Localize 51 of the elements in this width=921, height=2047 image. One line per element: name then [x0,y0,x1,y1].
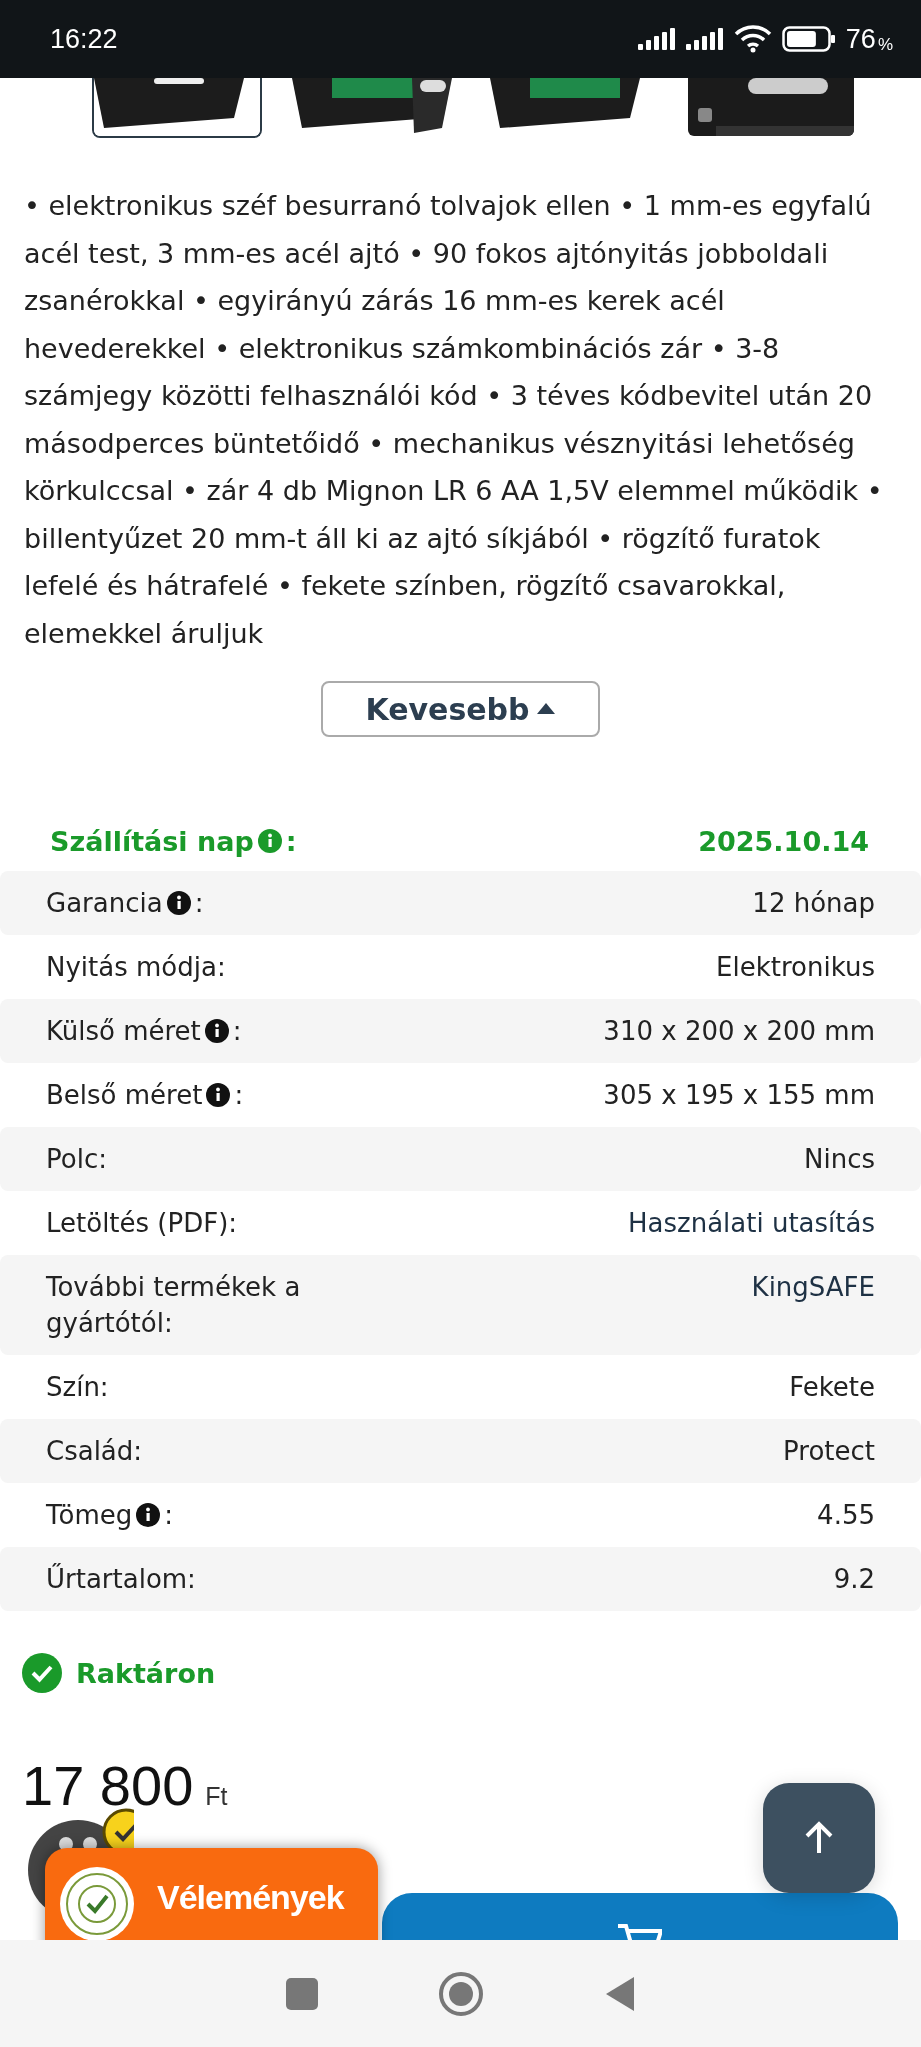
spec-label: Polc: [46,1143,107,1176]
spec-value: 4.55 [817,1499,875,1532]
wifi-icon [733,25,772,53]
spec-link[interactable]: Használati utasítás [628,1205,875,1241]
arrow-up-icon [804,1821,834,1855]
spec-label: Szín: [46,1371,109,1404]
spec-value: 9.2 [833,1563,875,1596]
info-icon[interactable] [136,1503,161,1527]
recents-icon[interactable] [285,1977,318,2010]
stock-status: Raktáron [76,1657,216,1689]
spec-label: Űrtartalom: [46,1562,196,1596]
spec-value: Protect [783,1435,875,1468]
add-to-cart-button[interactable] [382,1893,898,1940]
colon: : [194,887,204,920]
caret-up-icon [535,702,556,716]
spec-value: Fekete [789,1371,875,1404]
spec-label: Garancia [46,887,163,920]
product-description: • elektronikus széf besurranó tolvajok ellen • 1 mm-es egyfalú acél test, 3 mm-es acél ajtó • 90 fokos ajtónyitás jobboldali zsanérokkal • egyirányú zárás 16 mm-es kerek acél hevederekkel • elektronikus számkombinációs zár • 3-8 számjegy közötti felhasználói kód • 3 téves kódbevitel után 20 másodperces büntetőidő • mechanikus vésznyitási lehetőség körkulccsal • zár 4 db Mignon LR 6 AA 1,5V elemmel működik • billentyűzet 20 mm-t áll ki az ajtó síkjából • rögzítő furatok lefelé és hátrafelé • fekete színben, rögzítő csavarokkal, elemekkel áruljuk [24,189,884,651]
signal-icon [685,28,724,50]
colon: : [234,1079,244,1112]
price: 17 800 [22,1753,194,1818]
spec-label: Tömeg [46,1499,133,1532]
shipping-day-label: Szállítási nap [50,825,254,857]
colon: : [164,1499,173,1532]
colon: : [232,1015,242,1048]
battery-level: 76 [845,23,876,55]
info-icon[interactable] [206,1083,231,1107]
currency: Ft [205,1782,228,1811]
colon: : [285,825,297,857]
spec-value: Elektronikus [716,951,875,984]
signal-icon [637,28,676,50]
scroll-to-top-button[interactable] [763,1783,875,1893]
home-icon[interactable] [437,1970,484,2017]
spec-label: Külső méret [46,1015,201,1048]
spec-label: Család: [46,1435,143,1468]
spec-label: További termékek a gyártótól: [46,1271,302,1340]
spec-link[interactable]: KingSAFE [751,1269,875,1305]
percent-sign: % [877,34,893,55]
spec-label: Belső méret [46,1079,203,1112]
info-icon[interactable] [166,891,191,915]
battery-icon [781,26,836,52]
spec-label: Letöltés (PDF): [46,1207,238,1240]
spec-label: Nyitás módja: [46,951,226,984]
show-less-button[interactable]: Kevesebb [321,681,600,737]
spec-value: Nincs [804,1143,875,1176]
info-icon[interactable] [204,1019,229,1043]
spec-value: 310 x 200 x 200 mm [603,1015,875,1048]
shipping-date: 2025.10.14 [698,825,869,857]
clock: 16:22 [50,23,118,55]
spec-value: 305 x 195 x 155 mm [603,1079,875,1112]
spec-value: 12 hónap [752,887,875,920]
